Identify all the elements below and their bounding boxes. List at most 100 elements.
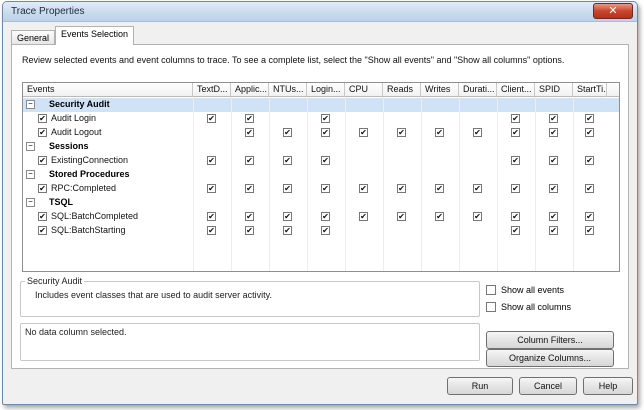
collapse-toggle-icon[interactable]: − [26,100,35,109]
event-row[interactable]: ✔ Audit Logout ✔ ✔ ✔ ✔ ✔ ✔ ✔ ✔ ✔ ✔ [23,126,619,140]
column-header[interactable]: Login... [307,83,345,97]
column-checkbox[interactable]: ✔ [207,114,216,123]
column-header[interactable]: Reads [383,83,421,97]
category-row[interactable]: − TSQL [23,196,619,210]
column-checkbox[interactable]: ✔ [435,212,444,221]
column-checkbox[interactable]: ✔ [321,114,330,123]
column-header[interactable]: TextD... [193,83,231,97]
column-checkbox[interactable]: ✔ [549,184,558,193]
collapse-toggle-icon[interactable]: − [26,142,35,151]
column-checkbox[interactable]: ✔ [549,128,558,137]
column-header[interactable]: StartTi... [573,83,607,97]
column-checkbox[interactable]: ✔ [283,184,292,193]
category-row[interactable]: − Sessions [23,140,619,154]
close-button[interactable]: ✕ [593,3,633,19]
column-checkbox[interactable]: ✔ [321,226,330,235]
column-checkbox[interactable]: ✔ [511,156,520,165]
show-all-events-checkbox[interactable] [486,285,496,295]
column-divider [421,97,422,271]
column-filters-button[interactable]: Column Filters... [486,331,614,349]
column-checkbox[interactable]: ✔ [585,184,594,193]
column-checkbox[interactable]: ✔ [549,226,558,235]
column-checkbox[interactable]: ✔ [397,212,406,221]
column-checkbox[interactable]: ✔ [207,184,216,193]
column-checkbox[interactable]: ✔ [549,114,558,123]
column-checkbox[interactable]: ✔ [585,226,594,235]
tab-events-selection[interactable]: Events Selection [55,26,135,45]
tab-general[interactable]: General [11,30,56,44]
event-checkbox[interactable]: ✔ [38,226,47,235]
column-checkbox[interactable]: ✔ [435,128,444,137]
column-checkbox[interactable]: ✔ [245,212,254,221]
column-checkbox[interactable]: ✔ [511,184,520,193]
collapse-toggle-icon[interactable]: − [26,198,35,207]
column-checkbox[interactable]: ✔ [585,128,594,137]
event-checkbox[interactable]: ✔ [38,212,47,221]
column-checkbox[interactable]: ✔ [245,184,254,193]
column-checkbox[interactable]: ✔ [321,156,330,165]
category-row[interactable]: − Stored Procedures [23,168,619,182]
column-header[interactable]: Client... [497,83,535,97]
run-button[interactable]: Run [447,377,513,395]
column-checkbox[interactable]: ✔ [585,212,594,221]
column-checkbox[interactable]: ✔ [359,128,368,137]
column-header[interactable]: CPU [345,83,383,97]
events-grid[interactable]: Events TextD... Applic... NTUs... Login... CP… [22,82,620,272]
column-checkbox[interactable]: ✔ [245,128,254,137]
column-checkbox[interactable]: ✔ [207,226,216,235]
column-checkbox[interactable]: ✔ [245,156,254,165]
column-header[interactable]: Events [23,83,193,97]
column-divider [383,97,384,271]
column-header[interactable]: Durati... [459,83,497,97]
column-checkbox[interactable]: ✔ [245,226,254,235]
column-checkbox[interactable]: ✔ [283,128,292,137]
event-checkbox[interactable]: ✔ [38,128,47,137]
column-header[interactable]: Writes [421,83,459,97]
column-header[interactable]: NTUs... [269,83,307,97]
event-row[interactable]: ✔ SQL:BatchStarting ✔ ✔ ✔ ✔ ✔ ✔ ✔ [23,224,619,238]
column-checkbox[interactable]: ✔ [397,184,406,193]
help-button[interactable]: Help [583,377,633,395]
event-row[interactable]: ✔ RPC:Completed ✔ ✔ ✔ ✔ ✔ ✔ ✔ ✔ ✔ ✔ ✔ [23,182,619,196]
column-checkbox[interactable]: ✔ [473,128,482,137]
column-checkbox[interactable]: ✔ [511,212,520,221]
column-checkbox[interactable]: ✔ [283,212,292,221]
column-checkbox[interactable]: ✔ [207,156,216,165]
column-checkbox[interactable]: ✔ [435,184,444,193]
column-checkbox[interactable]: ✔ [321,212,330,221]
column-header[interactable]: SPID [535,83,573,97]
column-checkbox[interactable]: ✔ [321,128,330,137]
event-row[interactable]: ✔ ExistingConnection ✔ ✔ ✔ ✔ ✔ ✔ ✔ [23,154,619,168]
organize-columns-button[interactable]: Organize Columns... [486,349,614,367]
column-header[interactable]: Applic... [231,83,269,97]
column-checkbox[interactable]: ✔ [511,128,520,137]
column-checkbox[interactable]: ✔ [511,226,520,235]
column-checkbox[interactable]: ✔ [549,212,558,221]
event-checkbox[interactable]: ✔ [38,156,47,165]
event-checkbox[interactable]: ✔ [38,184,47,193]
event-info-title: Security Audit [25,276,85,286]
column-checkbox[interactable]: ✔ [245,114,254,123]
show-all-columns-checkbox[interactable] [486,302,496,312]
column-checkbox[interactable]: ✔ [511,114,520,123]
event-row[interactable]: ✔ Audit Login ✔ ✔ ✔ ✔ ✔ ✔ [23,112,619,126]
column-checkbox[interactable]: ✔ [359,184,368,193]
column-checkbox[interactable]: ✔ [473,212,482,221]
column-checkbox[interactable]: ✔ [397,128,406,137]
event-row[interactable]: ✔ SQL:BatchCompleted ✔ ✔ ✔ ✔ ✔ ✔ ✔ ✔ ✔ ✔ ✔ [23,210,619,224]
column-checkbox[interactable]: ✔ [207,212,216,221]
title-bar[interactable]: Trace Properties ✕ [3,2,637,22]
column-checkbox[interactable]: ✔ [283,226,292,235]
column-checkbox[interactable]: ✔ [549,156,558,165]
column-checkbox[interactable]: ✔ [585,156,594,165]
column-checkbox[interactable]: ✔ [283,156,292,165]
column-divider [193,97,194,271]
cancel-button[interactable]: Cancel [519,377,577,395]
column-checkbox[interactable]: ✔ [359,212,368,221]
column-checkbox[interactable]: ✔ [321,184,330,193]
event-checkbox[interactable]: ✔ [38,114,47,123]
column-checkbox[interactable]: ✔ [473,184,482,193]
collapse-toggle-icon[interactable]: − [26,170,35,179]
category-row[interactable]: − Security Audit [23,98,619,112]
column-checkbox[interactable]: ✔ [585,114,594,123]
